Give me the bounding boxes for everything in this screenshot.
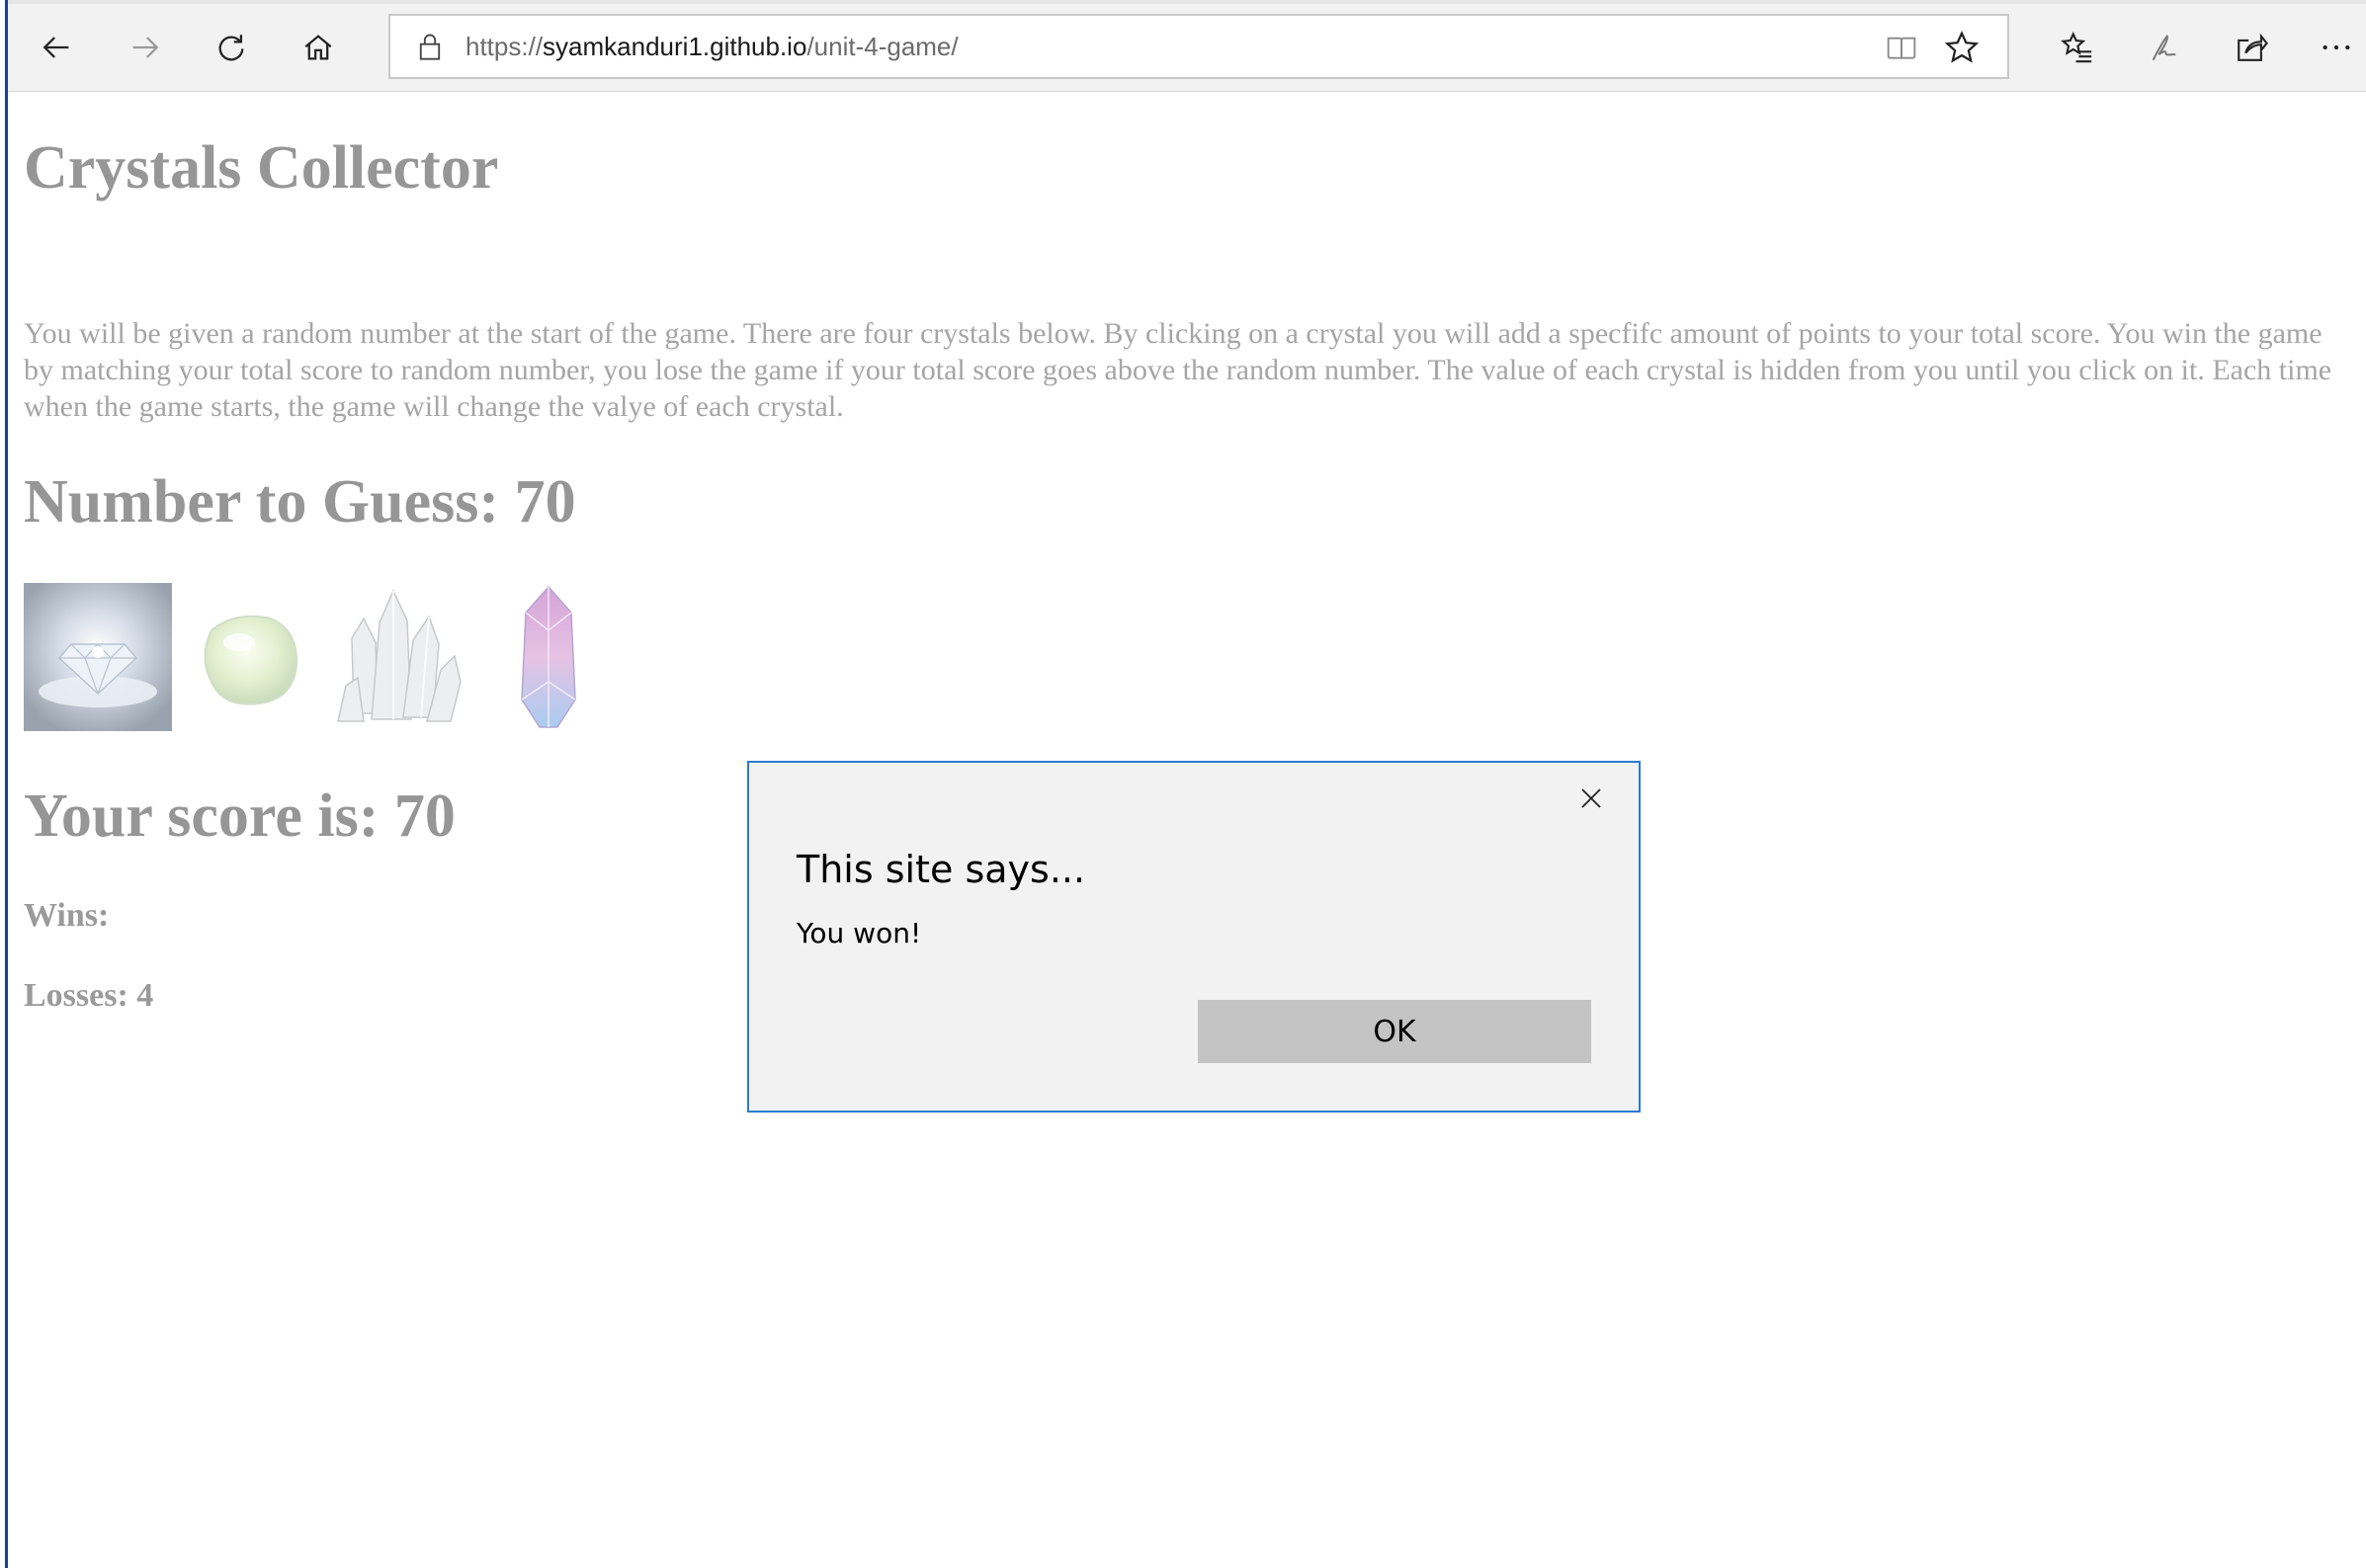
more-button[interactable] [2307, 18, 2366, 77]
share-icon [2238, 33, 2268, 61]
url-text: https://syamkanduri1.github.io/unit-4-ga… [465, 32, 959, 62]
losses-count: Losses: 4 [24, 977, 154, 1014]
refresh-icon [218, 35, 244, 61]
dialog-close-button[interactable] [1573, 781, 1609, 816]
dialog-message: You won! [797, 917, 922, 949]
your-score: Your score is: 70 [24, 783, 456, 850]
dialog-title: This site says... [797, 848, 1086, 891]
close-icon [1581, 788, 1601, 808]
forward-arrow-icon [132, 37, 159, 58]
notes-button[interactable] [2135, 18, 2194, 77]
favorites-list-icon [2061, 31, 2092, 63]
green-stone-crystal[interactable] [174, 583, 322, 731]
tab-strip [8, 0, 2366, 4]
favorite-star-icon[interactable] [1944, 30, 1980, 65]
url-path: /unit-4-game/ [806, 31, 959, 61]
address-bar[interactable]: https://syamkanduri1.github.io/unit-4-ga… [388, 14, 2009, 79]
game-instructions: You will be given a random number at the… [24, 317, 2332, 423]
url-scheme: https:// [465, 31, 544, 61]
number-to-guess: Number to Guess: 70 [24, 468, 576, 536]
wins-count: Wins: [24, 897, 110, 934]
home-icon [304, 35, 332, 60]
page-title: Crystals Collector [24, 134, 499, 202]
back-arrow-icon [42, 37, 69, 58]
window-edge [0, 0, 8, 1568]
pen-icon [2152, 34, 2176, 61]
diamond-crystal[interactable] [24, 583, 172, 731]
back-button[interactable] [28, 18, 87, 77]
alert-dialog: This site says... You won! OK [747, 761, 1641, 1113]
share-button[interactable] [2222, 18, 2281, 77]
more-icon [2323, 44, 2350, 50]
purple-shard-crystal[interactable] [474, 583, 623, 731]
url-host: syamkanduri1.github.io [543, 31, 807, 61]
quartz-cluster-crystal[interactable] [324, 583, 472, 731]
browser-toolbar: https://syamkanduri1.github.io/unit-4-ga… [8, 0, 2366, 92]
favorites-button[interactable] [2048, 18, 2107, 77]
home-button[interactable] [289, 18, 348, 77]
lock-icon [419, 34, 441, 60]
reading-view-icon[interactable] [1885, 32, 1918, 63]
forward-button[interactable] [115, 18, 174, 77]
refresh-button[interactable] [202, 18, 261, 77]
ok-button[interactable]: OK [1198, 1000, 1591, 1063]
